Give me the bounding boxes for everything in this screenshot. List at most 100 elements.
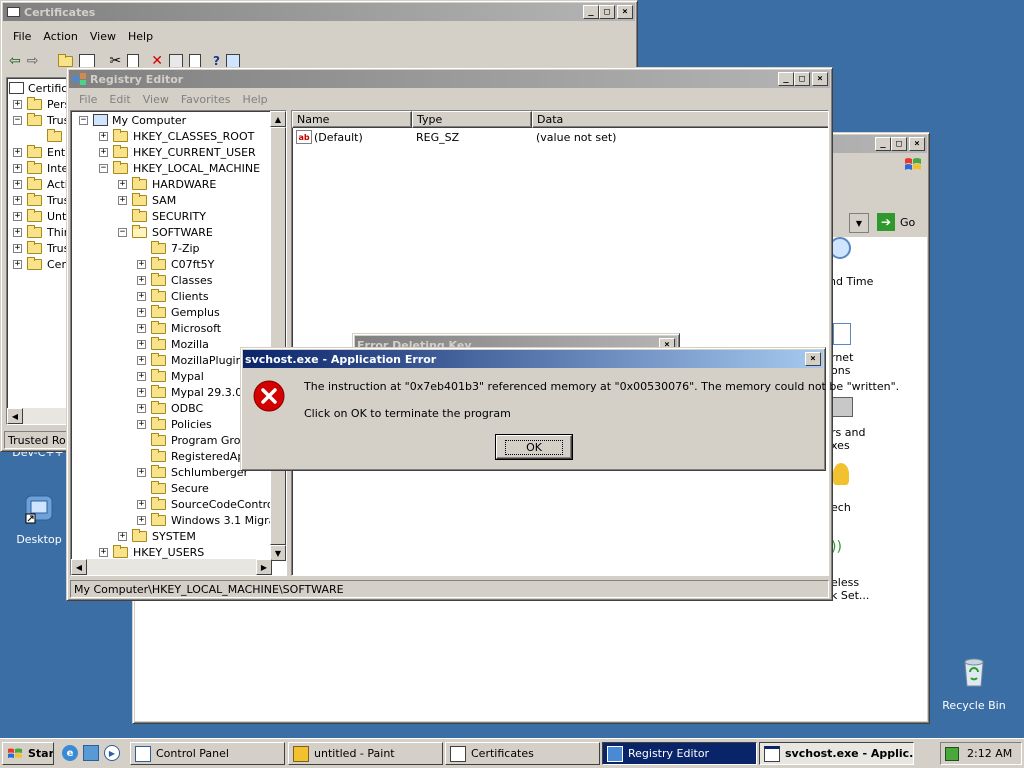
tree-item-software-key[interactable]: + Mypal [137,368,204,384]
scroll-up-button[interactable]: ▲ [270,111,286,127]
certificates-titlebar[interactable]: Certificates _ □ × [3,3,635,21]
task-svchost-error[interactable]: svchost.exe - Applic... [759,742,914,765]
go-button[interactable]: ➔ Go [877,213,915,231]
tree-item-software-key[interactable]: + C07ft5Y [137,256,214,272]
application-error-titlebar[interactable]: svchost.exe - Application Error × [243,350,823,368]
tree-item-system[interactable]: + SYSTEM [118,528,196,544]
task-certificates[interactable]: Certificates [445,742,600,765]
minimize-button[interactable]: _ [875,137,891,151]
ok-button[interactable]: OK [495,434,573,460]
forward-arrow-icon[interactable]: ⇨ [27,53,39,69]
minimize-button[interactable]: _ [778,72,794,86]
tree-item[interactable]: + Thir [13,224,68,240]
tree-item-software-key[interactable]: + SourceCodeControlP [137,496,283,512]
tree-item-hkcu[interactable]: + HKEY_CURRENT_USER [99,144,256,160]
internet-explorer-icon[interactable]: e [62,745,78,761]
minimize-button[interactable]: _ [583,5,599,19]
close-button[interactable]: × [805,352,821,366]
tree-item[interactable]: + Inte [13,160,68,176]
tree-item[interactable]: + Cer [13,256,66,272]
tree-item-software-key[interactable]: Program Group [137,432,254,448]
tree-item[interactable]: + Pers [13,96,69,112]
tree-item-hku[interactable]: + HKEY_USERS [99,544,204,560]
tree-item-software-key[interactable]: + MozillaPlugins [137,352,248,368]
menu-file[interactable]: File [7,30,37,43]
tree-item[interactable]: + Ente [13,144,69,160]
certificates-tree-hscroll[interactable]: ◀ [7,408,69,424]
menu-edit[interactable]: Edit [103,93,136,106]
tree-item-software-key[interactable]: + ODBC [137,400,203,416]
column-header-data[interactable]: Data [532,111,828,128]
menu-help[interactable]: Help [122,30,159,43]
tree-item-software-key[interactable]: + Windows 3.1 Migrati [137,512,283,528]
tree-item[interactable]: + Acti [13,176,68,192]
tree-item-software-key[interactable]: + Mozilla [137,336,209,352]
close-button[interactable]: × [812,72,828,86]
task-paint[interactable]: untitled - Paint [288,742,443,765]
tree-item-hardware[interactable]: + HARDWARE [118,176,216,192]
scroll-thumb[interactable] [270,127,286,545]
tree-item-software-key[interactable]: + Mypal 29.3.0 [137,384,242,400]
tree-item[interactable]: + Trus [13,192,69,208]
start-button[interactable]: Start [2,742,54,765]
clock[interactable]: 2:12 AM [967,747,1012,760]
menu-favorites[interactable]: Favorites [175,93,237,106]
maximize-button[interactable]: □ [891,137,907,151]
column-header-type[interactable]: Type [412,111,532,128]
value-row[interactable]: ab (Default) REG_SZ (value not set) [296,129,816,145]
tree-item-hkcr[interactable]: + HKEY_CLASSES_ROOT [99,128,254,144]
tree-item-7zip[interactable]: 7-Zip [137,240,200,256]
tree-item-software-key[interactable]: + Gemplus [137,304,220,320]
show-tree-icon[interactable] [79,54,96,68]
tree-item-sam[interactable]: + SAM [118,192,176,208]
maximize-button[interactable]: □ [794,72,810,86]
tree-item-software-key[interactable]: RegisteredApp [137,448,251,464]
scroll-down-button[interactable]: ▼ [270,545,286,561]
export-icon[interactable] [188,54,201,68]
tree-item-my-computer[interactable]: − My Computer [79,112,186,128]
column-header-name[interactable]: Name [292,111,412,128]
tree-item-software-key[interactable]: Secure [137,480,209,496]
tree-item[interactable]: + Trus [13,240,69,256]
show-desktop-icon[interactable] [83,745,99,761]
media-player-icon[interactable]: ▶ [104,745,120,761]
copy-icon[interactable] [127,54,140,68]
tree-item-software-key[interactable]: + Policies [137,416,212,432]
scroll-left-button[interactable]: ◀ [71,559,87,575]
tree-vscroll[interactable]: ▲ ▼ [270,111,286,561]
tree-item-selected-folder[interactable] [47,128,67,144]
registry-editor-titlebar[interactable]: Registry Editor _ □ × [69,70,830,88]
tree-item[interactable]: − Trus [13,112,69,128]
tree-item-software-key[interactable]: + Clients [137,288,209,304]
tree-item-software-key[interactable]: + Schlumberger [137,464,248,480]
control-panel-item-speech[interactable]: ech [831,501,851,514]
menu-file[interactable]: File [73,93,103,106]
task-control-panel[interactable]: Control Panel [130,742,285,765]
back-arrow-icon[interactable]: ⇦ [9,53,21,69]
menu-help[interactable]: Help [237,93,274,106]
close-button[interactable]: × [909,137,925,151]
control-panel-item-date-time[interactable]: nd Time [829,275,873,288]
scroll-right-button[interactable]: ▶ [256,559,272,575]
network-tray-icon[interactable] [945,746,959,761]
address-dropdown[interactable]: ▼ [849,213,869,233]
tree-item-root[interactable]: Certificat [9,80,69,96]
tree-item[interactable]: + Unt [13,208,66,224]
console-icon[interactable] [225,54,240,68]
help-icon[interactable]: ? [213,54,220,68]
control-panel-item-internet-line1[interactable]: rnet [831,351,853,364]
close-button[interactable]: × [617,5,633,19]
menu-view[interactable]: View [84,30,122,43]
control-panel-item-printers-line1[interactable]: rs and [831,426,865,439]
tree-hscroll[interactable]: ◀ ▶ [71,559,272,575]
tree-item-hklm[interactable]: − HKEY_LOCAL_MACHINE [99,160,260,176]
task-registry-editor[interactable]: Registry Editor [602,742,757,765]
tree-item-security[interactable]: SECURITY [118,208,206,224]
properties-icon[interactable] [168,54,183,68]
menu-view[interactable]: View [137,93,175,106]
control-panel-item-wireless-line1[interactable]: eless [831,576,859,589]
menu-action[interactable]: Action [37,30,83,43]
tree-item-software[interactable]: − SOFTWARE [118,224,213,240]
desktop-icon-recycle-bin[interactable]: Recycle Bin [934,656,1014,712]
up-folder-icon[interactable] [58,53,74,67]
